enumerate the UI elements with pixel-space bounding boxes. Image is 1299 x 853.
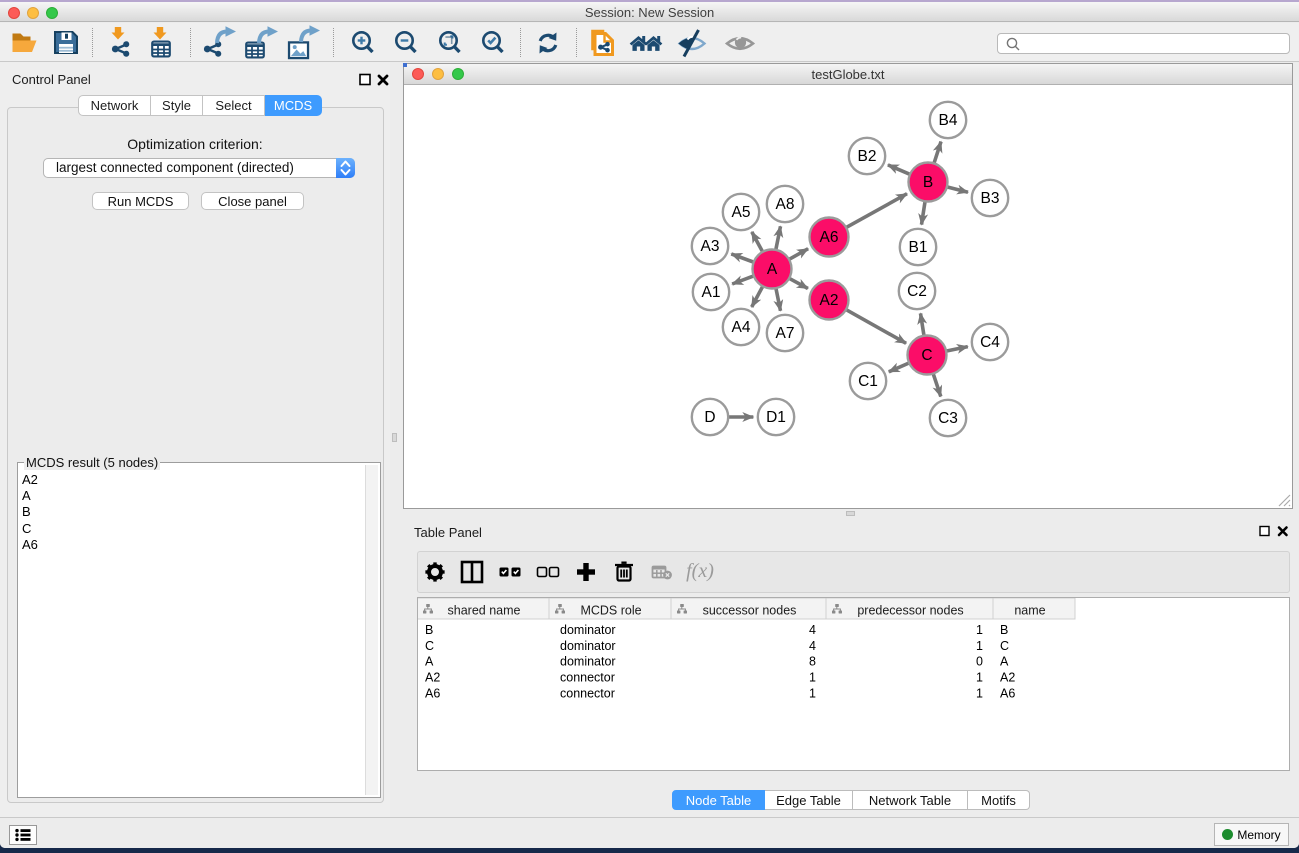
svg-text:A3: A3 [701, 238, 720, 255]
svg-text:successor nodes: successor nodes [703, 604, 797, 618]
svg-text:B: B [923, 174, 933, 191]
svg-text:connector: connector [560, 686, 615, 700]
svg-text:D1: D1 [766, 409, 786, 426]
svg-text:dominator: dominator [560, 655, 616, 669]
svg-text:A1: A1 [702, 284, 721, 301]
svg-text:f(x): f(x) [686, 560, 714, 582]
svg-text:B2: B2 [858, 148, 877, 165]
svg-text:C: C [921, 347, 932, 364]
svg-text:A: A [1000, 655, 1009, 669]
svg-text:A: A [767, 261, 778, 278]
svg-text:8: 8 [809, 655, 816, 669]
svg-text:A6: A6 [1000, 686, 1015, 700]
svg-text:A7: A7 [776, 325, 795, 342]
svg-text:4: 4 [809, 639, 816, 653]
svg-text:B1: B1 [909, 239, 928, 256]
svg-text:C: C [1000, 639, 1009, 653]
svg-text:connector: connector [560, 671, 615, 685]
svg-text:A8: A8 [776, 196, 795, 213]
svg-text:D: D [704, 409, 715, 426]
svg-text:B: B [1000, 623, 1008, 637]
svg-text:C3: C3 [938, 410, 958, 427]
svg-text:A6: A6 [425, 686, 440, 700]
svg-text:A6: A6 [820, 229, 839, 246]
svg-text:A4: A4 [732, 319, 751, 336]
svg-text:A: A [425, 655, 434, 669]
svg-text:1: 1 [809, 671, 816, 685]
svg-text:predecessor nodes: predecessor nodes [857, 604, 963, 618]
svg-text:dominator: dominator [560, 623, 616, 637]
svg-text:dominator: dominator [560, 639, 616, 653]
svg-text:1: 1 [809, 686, 816, 700]
svg-text:C: C [425, 639, 434, 653]
svg-text:0: 0 [976, 655, 983, 669]
svg-text:B: B [425, 623, 433, 637]
svg-text:MCDS role: MCDS role [580, 604, 641, 618]
svg-text:1: 1 [976, 639, 983, 653]
svg-text:1: 1 [976, 671, 983, 685]
svg-text:A2: A2 [1000, 671, 1015, 685]
svg-text:B4: B4 [939, 112, 958, 129]
svg-text:A2: A2 [820, 292, 839, 309]
svg-text:A5: A5 [732, 204, 751, 221]
svg-text:B3: B3 [981, 190, 1000, 207]
svg-text:C1: C1 [858, 373, 878, 390]
svg-text:A2: A2 [425, 671, 440, 685]
svg-text:1: 1 [976, 686, 983, 700]
svg-text:C4: C4 [980, 334, 1000, 351]
svg-text:C2: C2 [907, 283, 927, 300]
svg-text:1: 1 [976, 623, 983, 637]
svg-text:name: name [1014, 604, 1045, 618]
svg-text:4: 4 [809, 623, 816, 637]
svg-text:shared name: shared name [448, 604, 521, 618]
